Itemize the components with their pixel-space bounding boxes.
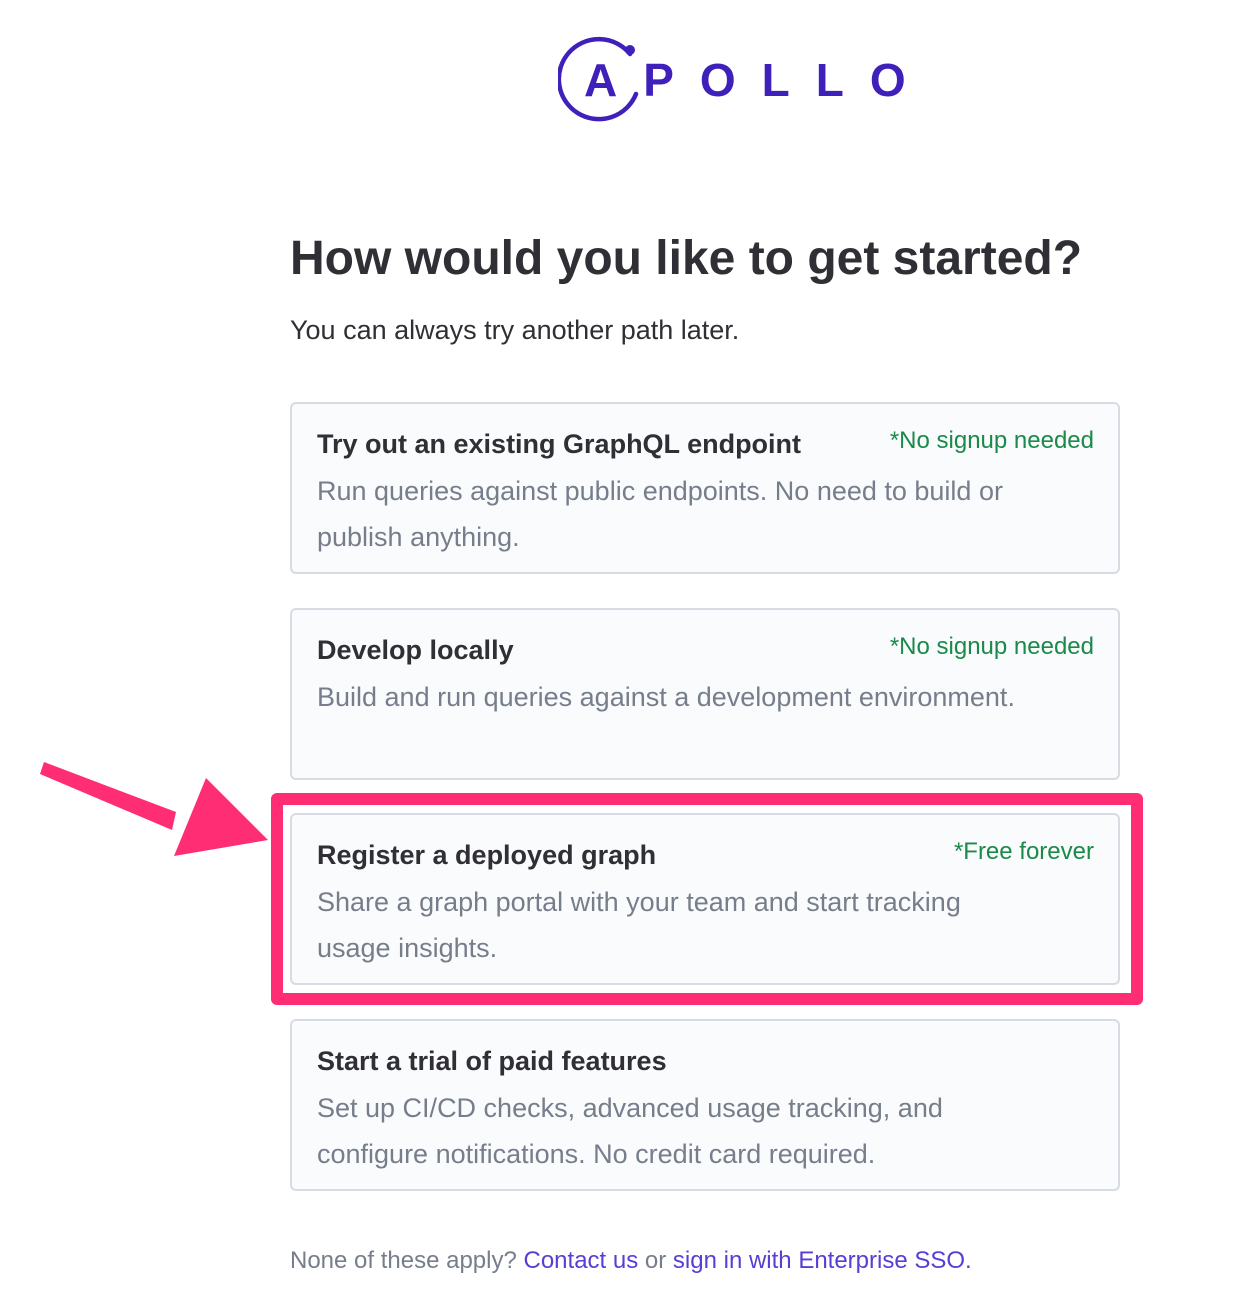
page-subtitle: You can always try another path later. <box>290 315 740 345</box>
option-title: Start a trial of paid features <box>317 1046 667 1076</box>
apollo-logo-text: APOLLO <box>584 54 932 106</box>
option-description: Run queries against public endpoints. No… <box>317 476 1003 552</box>
option-card-paid-trial[interactable]: Start a trial of paid features Set up CI… <box>290 1019 1120 1191</box>
option-badge: *No signup needed <box>889 633 1094 660</box>
option-card-graphql-endpoint[interactable]: Try out an existing GraphQL endpoint *No… <box>290 402 1120 574</box>
footer-suffix: . <box>965 1247 972 1274</box>
option-title: Register a deployed graph <box>317 840 657 870</box>
option-card-register-graph[interactable]: Register a deployed graph *Free forever … <box>290 813 1120 985</box>
option-title: Develop locally <box>317 635 514 665</box>
option-title: Try out an existing GraphQL endpoint <box>317 429 802 459</box>
footer-text: None of these apply? Contact us or sign … <box>290 1244 972 1278</box>
pointer-arrow-icon <box>40 762 268 856</box>
contact-us-link[interactable]: Contact us <box>524 1247 639 1274</box>
option-badge: *No signup needed <box>889 427 1094 454</box>
page-title: How would you like to get started? <box>290 232 1083 285</box>
enterprise-sso-link[interactable]: sign in with Enterprise SSO <box>673 1247 965 1274</box>
footer-middle: or <box>644 1247 667 1274</box>
option-description: Build and run queries against a developm… <box>317 682 1015 712</box>
footer-prefix: None of these apply? <box>290 1247 517 1274</box>
option-description: Set up CI/CD checks, advanced usage trac… <box>317 1093 943 1169</box>
option-badge: *Free forever <box>953 838 1094 865</box>
apollo-logo: APOLLO <box>558 34 906 130</box>
option-card-develop-locally[interactable]: Develop locally *No signup needed Build … <box>290 608 1120 780</box>
option-description: Share a graph portal with your team and … <box>317 887 961 963</box>
